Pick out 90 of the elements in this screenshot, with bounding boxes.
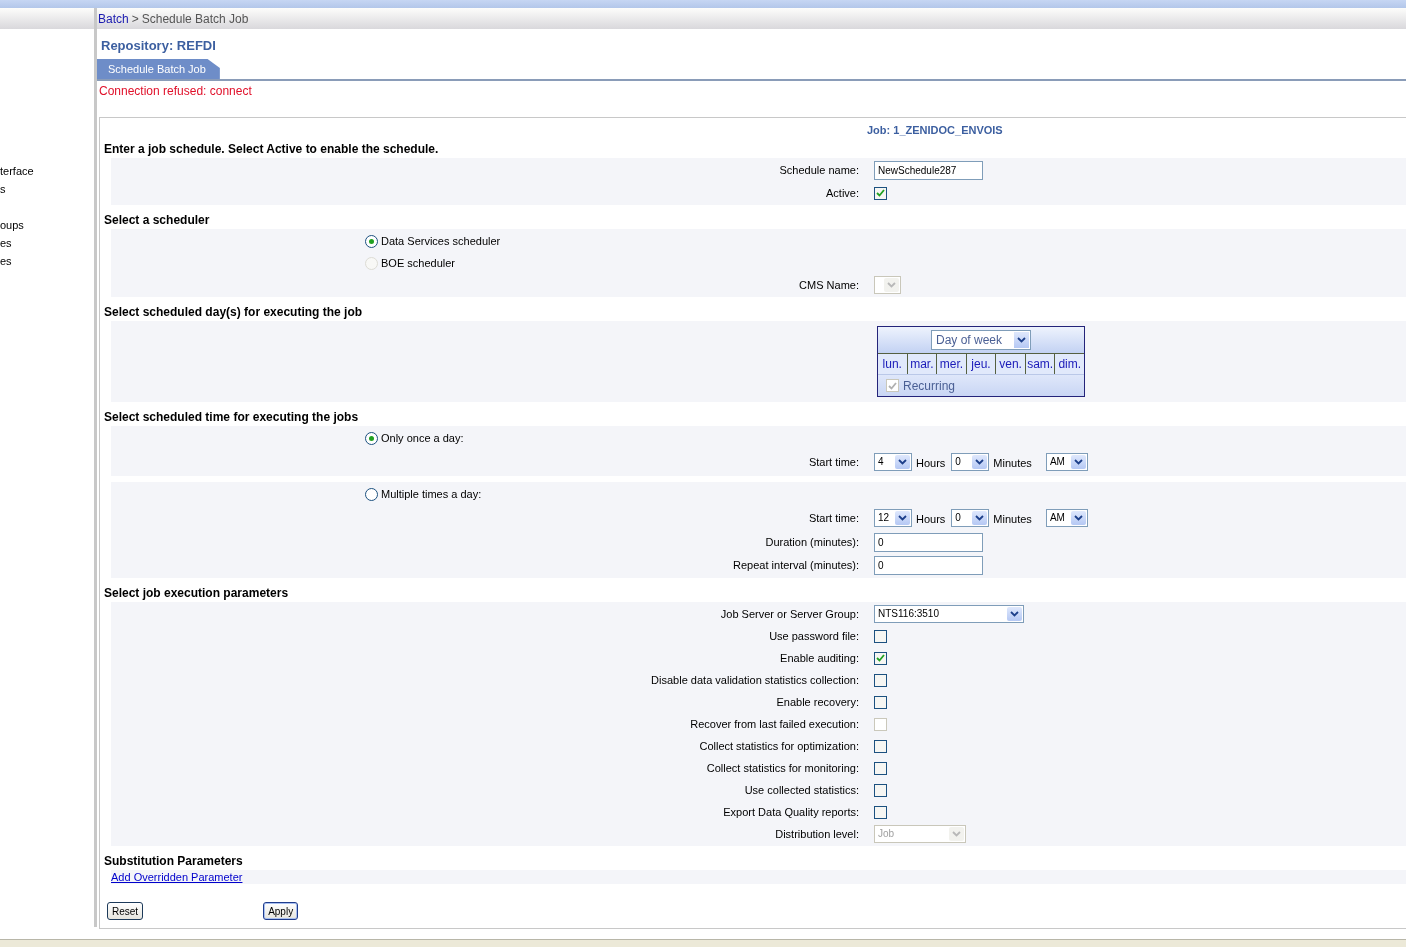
field-label: Use password file: <box>769 628 859 644</box>
checkbox[interactable] <box>874 739 887 753</box>
field-label: Schedule name: <box>779 163 859 179</box>
recurring-label: Recurring <box>903 377 956 395</box>
sidebar-item[interactable]: es <box>0 234 94 252</box>
day-cell[interactable]: sam. <box>1025 354 1056 374</box>
day-cell[interactable]: mar. <box>907 354 938 374</box>
section-heading: Substitution Parameters <box>103 853 244 870</box>
section-heading: Select a scheduler <box>103 212 211 229</box>
unit-label: Minutes <box>993 456 1032 472</box>
form-button[interactable]: Reset <box>107 902 144 920</box>
unit-label: Minutes <box>993 512 1032 528</box>
radio-button[interactable] <box>365 234 378 248</box>
checkbox[interactable] <box>874 186 887 200</box>
chevron-down-icon <box>975 515 985 521</box>
field-label: Distribution level: <box>775 826 859 842</box>
field-label: Start time: <box>808 510 859 526</box>
field-label: CMS Name: <box>799 277 859 293</box>
field-label: Export Data Quality reports: <box>723 804 859 820</box>
job-title: Job: 1_ZENIDOC_ENVOIS <box>867 122 1003 138</box>
form-button[interactable]: Apply <box>263 902 299 920</box>
day-cell[interactable]: lun. <box>878 354 908 374</box>
section-heading: Select job execution parameters <box>103 585 290 602</box>
checkmark-icon <box>888 381 897 390</box>
unit-label: Hours <box>916 456 946 472</box>
breadcrumb-current: Schedule Batch Job <box>141 10 249 28</box>
chevron-down-icon <box>1010 611 1019 617</box>
checkbox[interactable] <box>874 651 887 665</box>
field-label: Enable recovery: <box>776 694 859 710</box>
section-heading: Select scheduled time for executing the jobs <box>103 409 360 426</box>
chevron-down-icon <box>1017 337 1026 343</box>
chevron-down-icon <box>952 831 961 837</box>
add-parameter-link[interactable]: Add Overridden Parameter <box>111 868 243 886</box>
checkmark-icon <box>876 189 885 197</box>
radio-label: Only once a day: <box>381 430 464 446</box>
field-label: Active: <box>826 185 859 201</box>
checkmark-icon <box>876 654 885 662</box>
dropdown[interactable]: 0 <box>951 453 990 471</box>
field-label: Repeat interval (minutes): <box>733 558 859 574</box>
error-message: Connection refused: connect <box>98 83 253 99</box>
checkbox[interactable] <box>874 805 887 819</box>
dropdown[interactable]: Day of week <box>931 330 1031 350</box>
checkbox[interactable] <box>874 673 887 687</box>
repository-title: Repository: REFDI <box>100 38 217 54</box>
text-field[interactable]: 0 <box>874 556 983 575</box>
text-field[interactable]: 0 <box>874 533 983 552</box>
text-field[interactable]: NewSchedule287 <box>874 161 983 180</box>
dropdown[interactable]: NTS116:3510 <box>874 605 1024 623</box>
radio-button[interactable] <box>365 487 378 501</box>
sidebar-item[interactable]: terface <box>0 162 94 180</box>
day-cell[interactable]: jeu. <box>966 354 997 374</box>
radio-label: Data Services scheduler <box>381 233 501 249</box>
chevron-down-icon <box>975 459 985 465</box>
day-cell[interactable]: mer. <box>937 354 967 374</box>
checkbox[interactable] <box>874 783 887 797</box>
field-label: Job Server or Server Group: <box>720 606 859 622</box>
field-label: Disable data validation statistics collection: <box>651 672 859 688</box>
checkbox[interactable] <box>874 695 887 709</box>
day-cell[interactable]: dim. <box>1055 354 1085 374</box>
section-heading: Select scheduled day(s) for executing the job <box>103 304 364 321</box>
unit-label: Hours <box>916 512 946 528</box>
chevron-down-icon <box>1073 459 1083 465</box>
field-label: Recover from last failed execution: <box>690 716 859 732</box>
dropdown[interactable]: AM <box>1045 509 1088 527</box>
day-cell[interactable]: ven. <box>996 354 1026 374</box>
radio-button[interactable] <box>365 431 378 445</box>
field-label: Collect statistics for optimization: <box>699 738 859 754</box>
field-label: Use collected statistics: <box>744 782 859 798</box>
breadcrumb-separator: > <box>131 10 139 28</box>
radio-label: Multiple times a day: <box>381 486 482 502</box>
breadcrumb-link[interactable]: Batch <box>98 9 129 28</box>
chevron-down-icon <box>1073 515 1083 521</box>
field-label: Duration (minutes): <box>765 535 859 551</box>
checkbox[interactable] <box>874 629 887 643</box>
dropdown[interactable]: 4 <box>874 453 912 471</box>
field-label: Enable auditing: <box>780 650 859 666</box>
sidebar-item[interactable]: es <box>0 252 94 270</box>
radio-label: BOE scheduler <box>381 255 455 271</box>
checkbox[interactable] <box>874 761 887 775</box>
chevron-down-icon <box>898 459 907 465</box>
chevron-down-icon <box>887 282 896 288</box>
dropdown[interactable]: 0 <box>951 509 990 527</box>
sidebar-item[interactable]: oups <box>0 216 94 234</box>
chevron-down-icon <box>898 515 907 521</box>
dropdown[interactable]: AM <box>1045 453 1088 471</box>
field-label: Collect statistics for monitoring: <box>706 760 859 776</box>
section-heading: Enter a job schedule. Select Active to enable the schedule. <box>103 141 440 158</box>
sidebar-item[interactable]: s <box>0 180 94 198</box>
field-label: Start time: <box>808 454 859 470</box>
dropdown[interactable]: 12 <box>874 509 912 527</box>
